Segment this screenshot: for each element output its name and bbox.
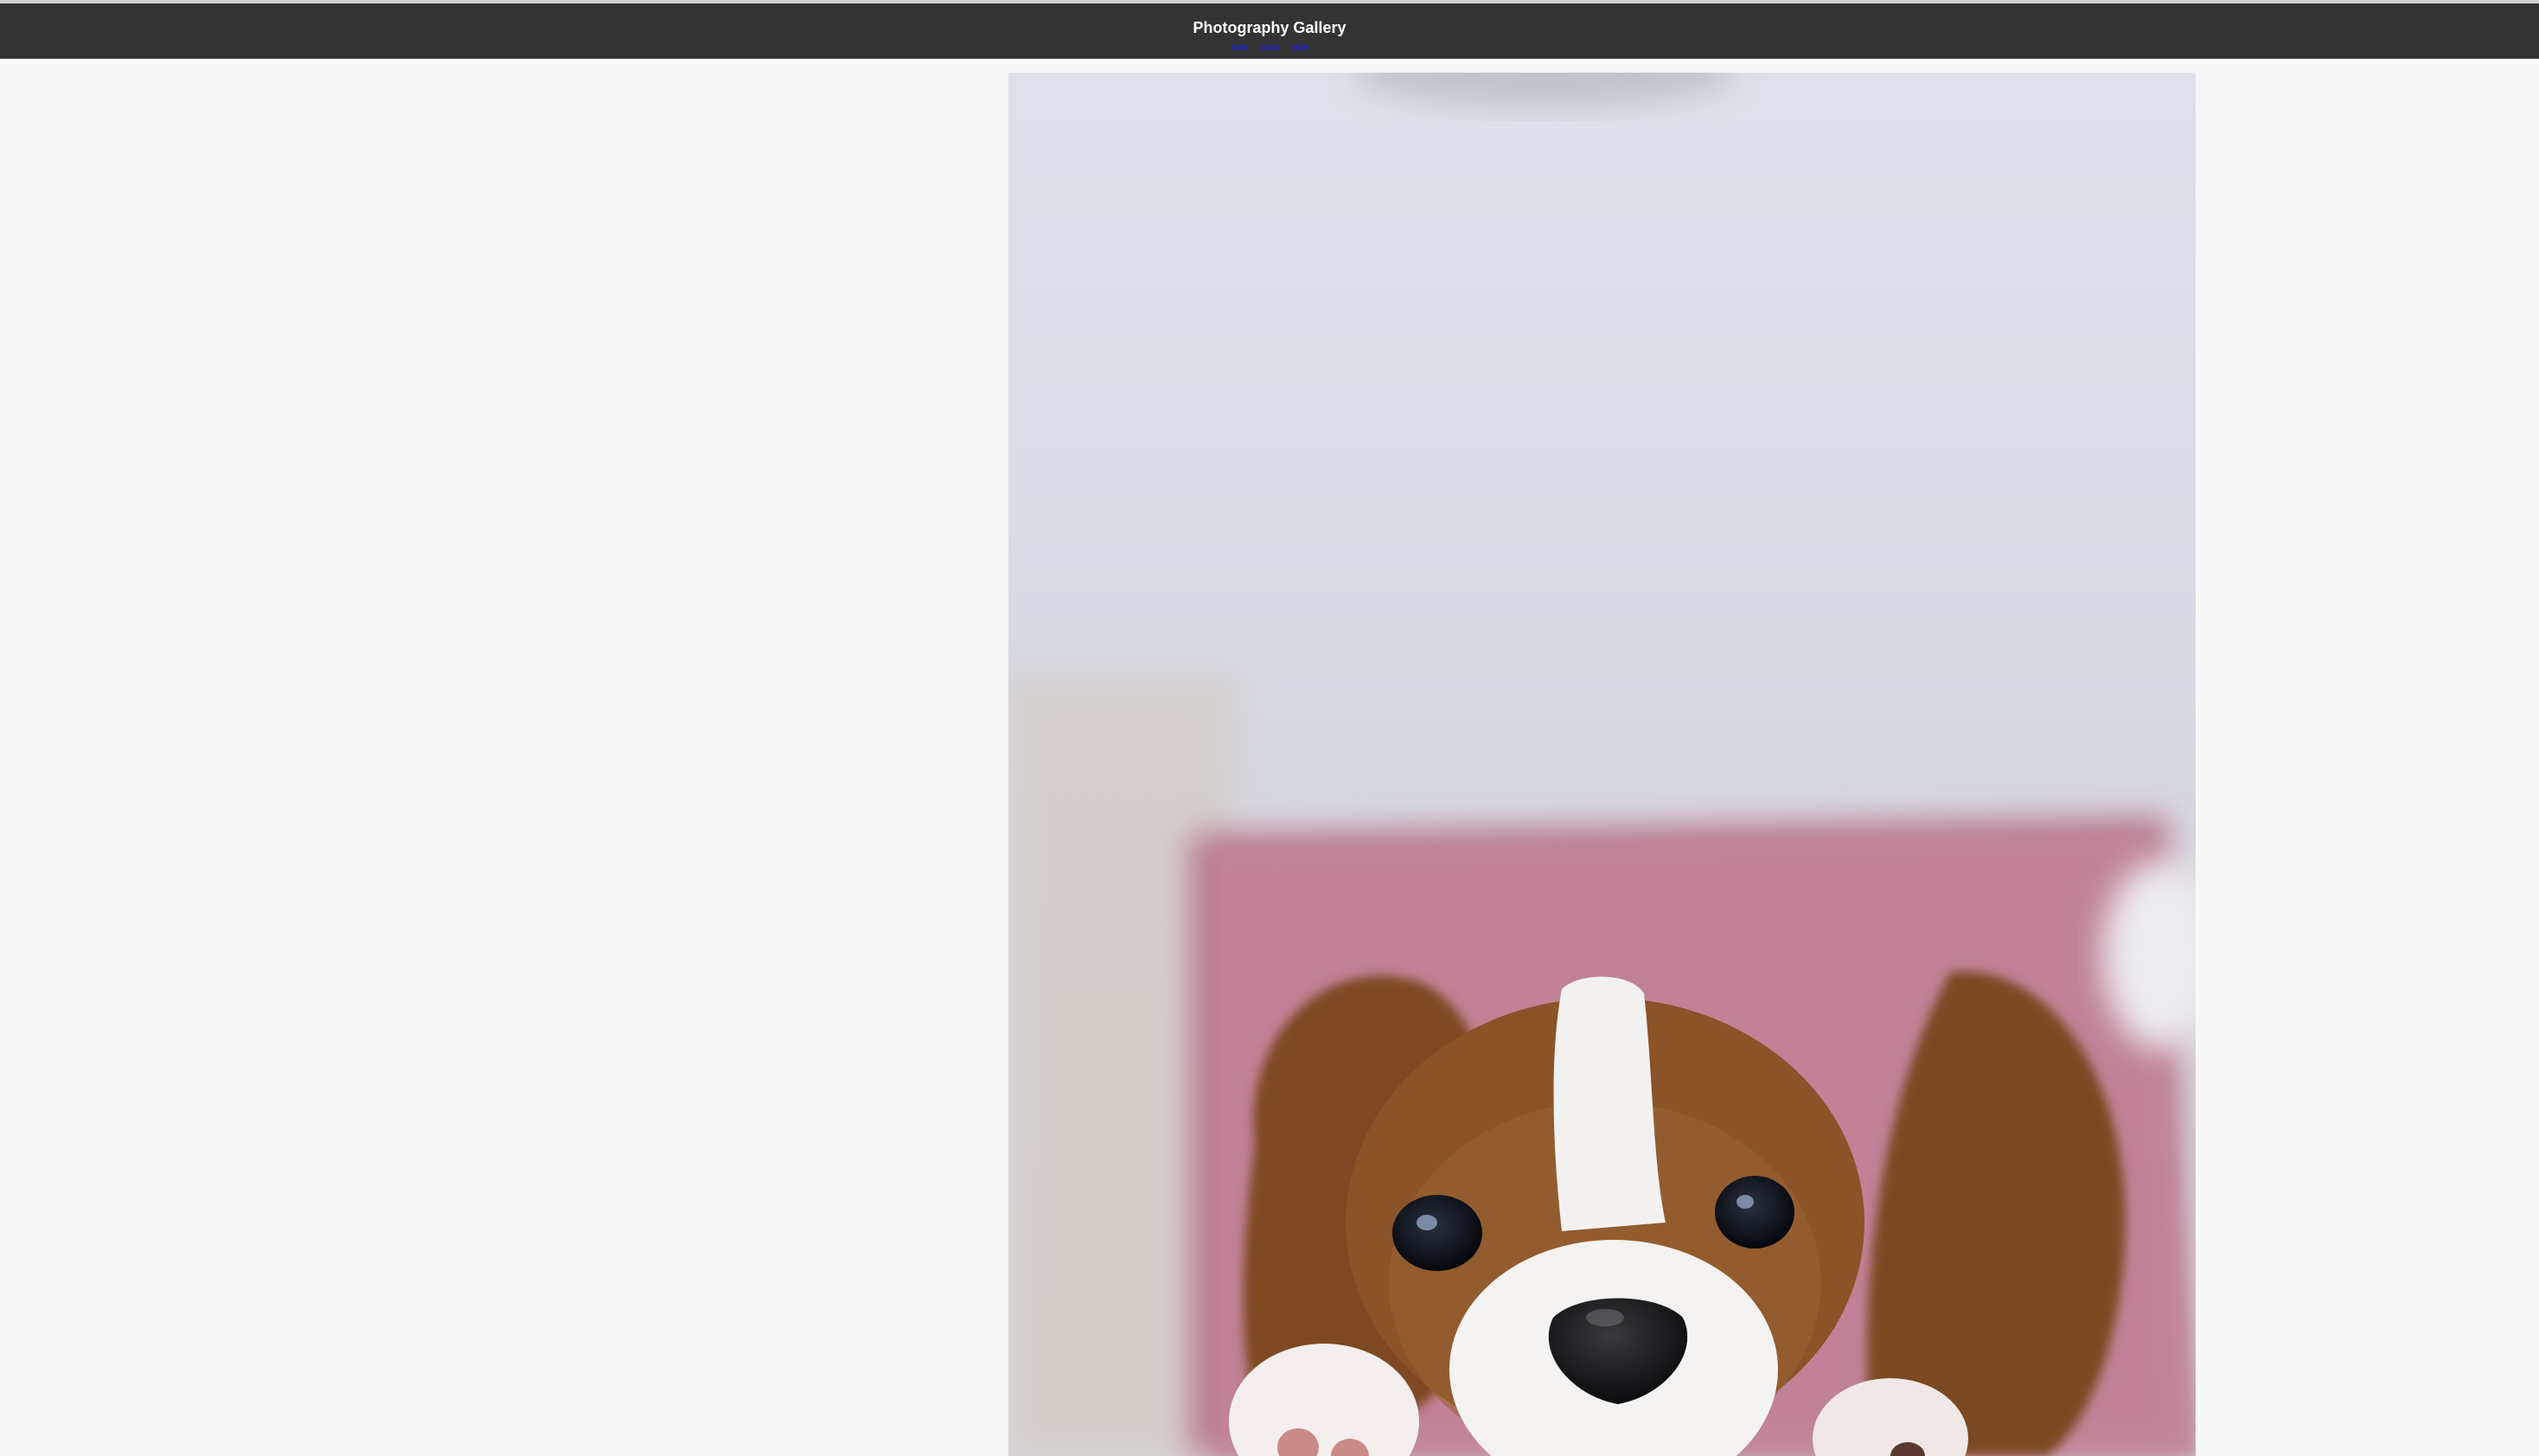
- gallery-photo[interactable]: [1008, 73, 2196, 1456]
- main-content: [0, 59, 2539, 1456]
- nav-link-home[interactable]: Home: [1231, 43, 1248, 51]
- main-nav: Home Gallery About: [0, 43, 2539, 51]
- nav-link-about[interactable]: About: [1291, 43, 1307, 51]
- page-title: Photography Gallery: [1193, 19, 1346, 36]
- nav-link-gallery[interactable]: Gallery: [1260, 43, 1279, 51]
- puppy-photo-illustration: [1008, 73, 2196, 1456]
- site-header: Photography Gallery Home Gallery About: [0, 3, 2539, 59]
